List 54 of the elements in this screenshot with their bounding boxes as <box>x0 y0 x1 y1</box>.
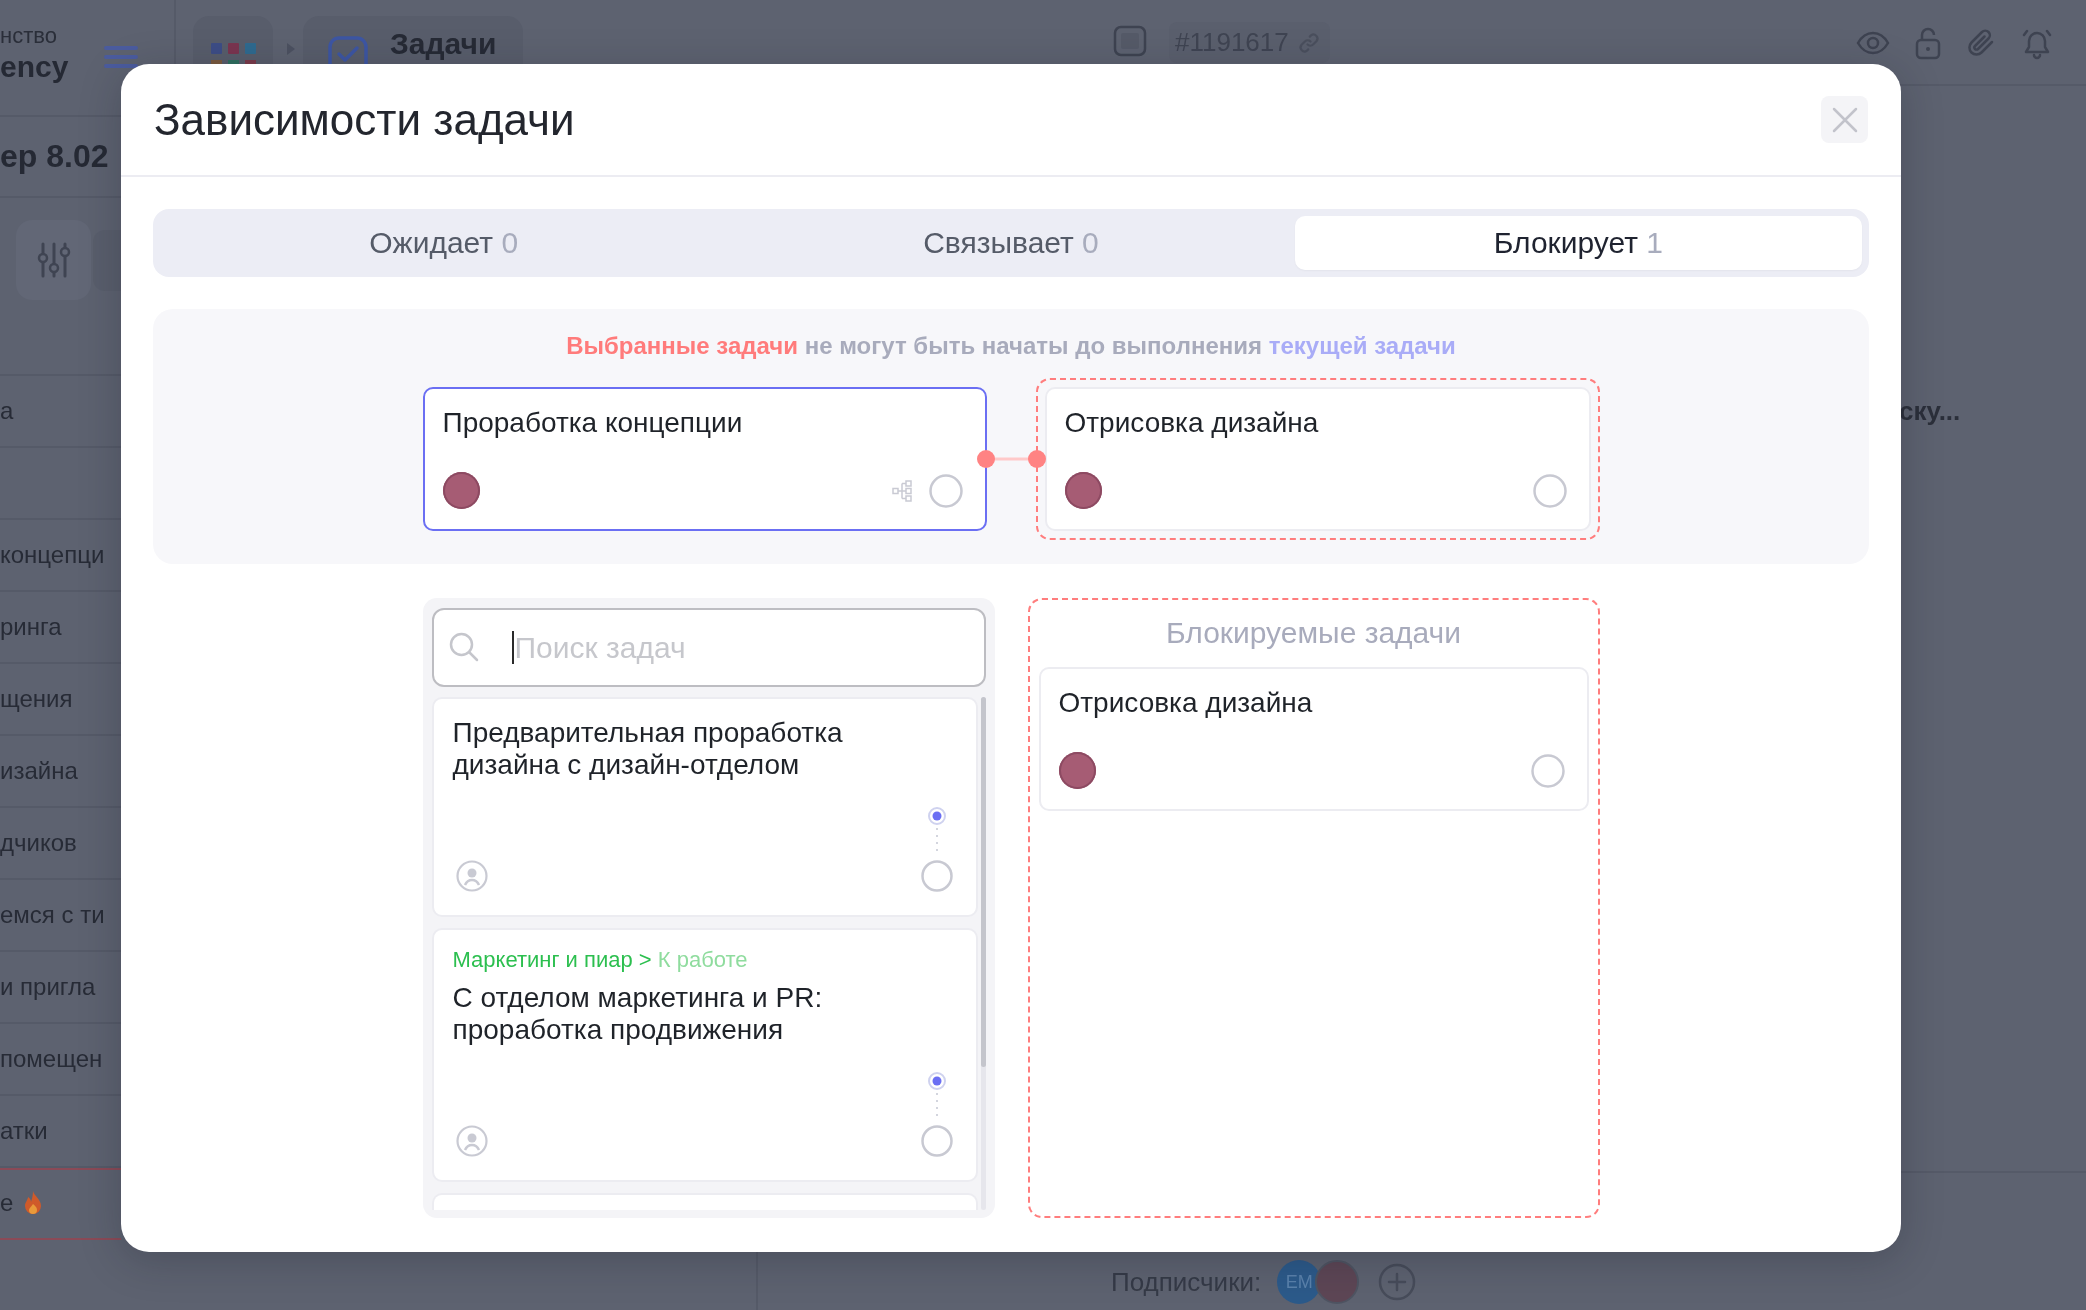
task-card[interactable]: Отрисовка дизайна <box>1044 387 1591 531</box>
circle-icon[interactable] <box>920 860 953 892</box>
dialog-title: Зависимости задачи <box>154 94 575 145</box>
square-icon[interactable] <box>1113 25 1147 57</box>
fire-icon <box>23 1190 44 1216</box>
filter-button[interactable] <box>16 220 91 300</box>
sliders-icon <box>36 242 71 278</box>
org-subtitle: нство <box>0 23 58 49</box>
link-handle-icon[interactable] <box>926 1072 947 1118</box>
grid-icon <box>210 43 256 64</box>
task-card[interactable]: Предварительная проработка дизайна с дизайн-отделом <box>431 697 978 917</box>
checkbox-icon <box>328 36 368 64</box>
user-icon[interactable] <box>455 1125 488 1157</box>
paperclip-icon[interactable] <box>1966 27 1996 59</box>
user-icon[interactable] <box>455 860 488 892</box>
avatar[interactable] <box>1315 1260 1360 1304</box>
search-field[interactable]: Поиск задач <box>431 608 986 687</box>
lock-icon[interactable] <box>1914 26 1942 60</box>
avatar <box>1058 752 1096 789</box>
search-icon <box>448 632 479 662</box>
circle-icon[interactable] <box>1530 753 1565 788</box>
subtasks-icon[interactable] <box>891 479 912 502</box>
eye-icon[interactable] <box>1856 30 1890 56</box>
task-card[interactable]: Проработка концепции <box>422 387 987 531</box>
add-circle-icon[interactable] <box>1378 1263 1417 1301</box>
task-title: Отрисовка дизайна <box>1058 687 1314 719</box>
tab[interactable]: Ожидает 0 <box>160 216 728 270</box>
circle-icon[interactable] <box>920 1125 953 1157</box>
text-cursor-icon <box>511 631 514 664</box>
task-title: Отрисовка дизайна <box>1064 407 1320 439</box>
task-title: С отделом маркетинга и PR: проработка продвижения <box>452 982 824 1046</box>
toolbar-button[interactable] <box>93 230 121 291</box>
task-card[interactable]: Отрисовка дизайна <box>1038 667 1589 811</box>
menu-icon[interactable] <box>104 45 138 69</box>
scrollbar-track[interactable] <box>980 697 986 1210</box>
link-handle-icon[interactable] <box>926 807 947 853</box>
org-name: ency <box>0 49 69 85</box>
task-card[interactable]: Маркетинг и пиар > К работе С отделом маркетинга и PR: проработка продвижения <box>431 928 978 1182</box>
circle-icon[interactable] <box>928 473 963 508</box>
dependency-hint: Выбранные задачи не могут быть начаты до выполнения текущей задачи <box>566 332 1456 360</box>
panel-heading: Блокируемые задачи <box>1165 616 1462 650</box>
task-title: Предварительная проработка дизайна с дизайн-отделом <box>452 717 844 781</box>
avatar <box>442 472 480 509</box>
avatar <box>1064 472 1102 509</box>
project-title: ер 8.02 <box>0 138 109 175</box>
circle-icon[interactable] <box>1532 473 1567 508</box>
close-button[interactable] <box>1821 96 1868 143</box>
tab[interactable]: Связывает 0 <box>727 216 1295 270</box>
task-title: Проработка концепции <box>442 407 744 439</box>
close-icon <box>1831 106 1858 133</box>
apps-button[interactable] <box>193 16 273 64</box>
task-breadcrumb: Маркетинг и пиар > К работе <box>452 948 749 972</box>
scrollbar-thumb[interactable] <box>980 697 986 1067</box>
tab[interactable]: Блокирует 1 <box>1294 216 1862 270</box>
